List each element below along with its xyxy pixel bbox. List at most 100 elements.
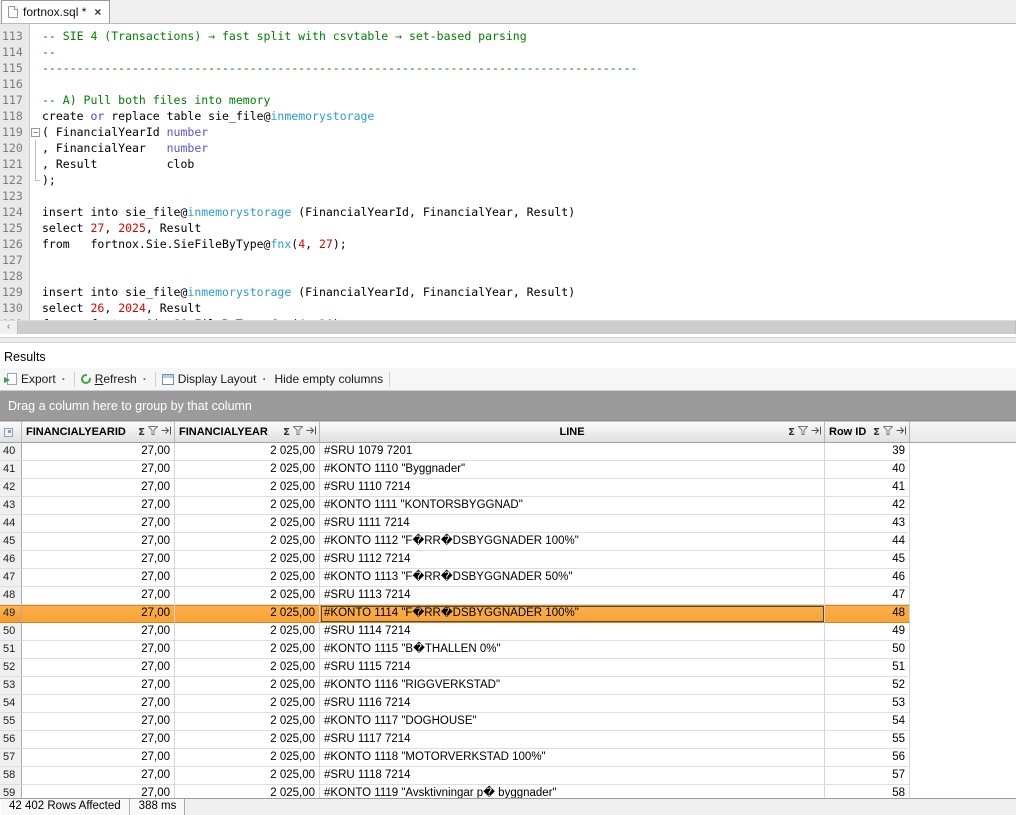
table-row[interactable]: 5327,002 025,00#KONTO 1116 "RIGGVERKSTAD…	[0, 677, 1016, 695]
row-number-cell[interactable]: 57	[0, 749, 22, 767]
cell-rowid[interactable]: 57	[825, 767, 910, 785]
column-header-line[interactable]: LINEΣ	[320, 422, 825, 442]
row-number-cell[interactable]: 46	[0, 551, 22, 569]
row-number-cell[interactable]: 51	[0, 641, 22, 659]
cell-financialyearid[interactable]: 27,00	[22, 731, 175, 749]
cell-financialyearid[interactable]: 27,00	[22, 659, 175, 677]
cell-rowid[interactable]: 53	[825, 695, 910, 713]
cell-financialyear[interactable]: 2 025,00	[175, 551, 320, 569]
pin-column-icon[interactable]	[811, 426, 822, 438]
table-row[interactable]: 4727,002 025,00#KONTO 1113 "F�RR�DSBYGGN…	[0, 569, 1016, 587]
table-row[interactable]: 5027,002 025,00#SRU 1114 721449	[0, 623, 1016, 641]
row-number-cell[interactable]: 45	[0, 533, 22, 551]
table-row[interactable]: 5527,002 025,00#KONTO 1117 "DOGHOUSE"54	[0, 713, 1016, 731]
filter-icon[interactable]	[883, 426, 893, 438]
row-number-cell[interactable]: 49	[0, 605, 22, 623]
cell-financialyear[interactable]: 2 025,00	[175, 713, 320, 731]
tab-fortnox-sql[interactable]: fortnox.sql * ×	[1, 0, 110, 23]
cell-rowid[interactable]: 50	[825, 641, 910, 659]
code-line[interactable]: 113-- SIE 4 (Transactions) → fast split …	[0, 28, 1016, 44]
table-row[interactable]: 5727,002 025,00#KONTO 1118 "MOTORVERKSTA…	[0, 749, 1016, 767]
display-layout-dropdown-icon[interactable]: ·	[260, 372, 268, 386]
cell-financialyearid[interactable]: 27,00	[22, 767, 175, 785]
cell-line[interactable]: #SRU 1118 7214	[320, 767, 825, 785]
group-by-drop-zone[interactable]: Drag a column here to group by that colu…	[0, 391, 1016, 421]
cell-rowid[interactable]: 48	[825, 605, 910, 623]
column-header-row-id[interactable]: Row IDΣ	[825, 422, 910, 442]
row-number-cell[interactable]: 56	[0, 731, 22, 749]
cell-financialyearid[interactable]: 27,00	[22, 479, 175, 497]
code-line[interactable]: 125select 27, 2025, Result	[0, 220, 1016, 236]
table-row[interactable]: 4027,002 025,00#SRU 1079 720139	[0, 443, 1016, 461]
pin-column-icon[interactable]	[896, 426, 907, 438]
code-line[interactable]: 127	[0, 252, 1016, 268]
cell-line[interactable]: #SRU 1110 7214	[320, 479, 825, 497]
row-number-cell[interactable]: 43	[0, 497, 22, 515]
column-header-financialyear[interactable]: FINANCIALYEARΣ	[175, 422, 320, 442]
cell-rowid[interactable]: 58	[825, 785, 910, 798]
table-row[interactable]: 5227,002 025,00#SRU 1115 721451	[0, 659, 1016, 677]
cell-rowid[interactable]: 41	[825, 479, 910, 497]
cell-financialyearid[interactable]: 27,00	[22, 461, 175, 479]
cell-rowid[interactable]: 42	[825, 497, 910, 515]
cell-financialyear[interactable]: 2 025,00	[175, 659, 320, 677]
cell-rowid[interactable]: 39	[825, 443, 910, 461]
table-row[interactable]: 5127,002 025,00#KONTO 1115 "B�THALLEN 0%…	[0, 641, 1016, 659]
table-row[interactable]: 5927,002 025,00#KONTO 1119 "Avsktivninga…	[0, 785, 1016, 798]
hide-empty-columns-button[interactable]: Hide empty columns	[271, 369, 386, 390]
cell-financialyear[interactable]: 2 025,00	[175, 731, 320, 749]
select-all-corner[interactable]	[0, 422, 22, 442]
code-line[interactable]: 122);	[0, 172, 1016, 188]
cell-financialyear[interactable]: 2 025,00	[175, 497, 320, 515]
cell-financialyear[interactable]: 2 025,00	[175, 461, 320, 479]
cell-line[interactable]: #KONTO 1110 "Byggnader"	[320, 461, 825, 479]
cell-financialyear[interactable]: 2 025,00	[175, 587, 320, 605]
code-line[interactable]: 118create or replace table sie_file@inme…	[0, 108, 1016, 124]
row-number-cell[interactable]: 42	[0, 479, 22, 497]
cell-financialyearid[interactable]: 27,00	[22, 569, 175, 587]
export-button[interactable]: Export ·	[4, 369, 71, 390]
editor-horizontal-scrollbar[interactable]: ‹	[0, 320, 1016, 334]
scrollbar-thumb[interactable]	[17, 321, 1016, 334]
cell-rowid[interactable]: 49	[825, 623, 910, 641]
row-number-cell[interactable]: 50	[0, 623, 22, 641]
table-row[interactable]: 4627,002 025,00#SRU 1112 721445	[0, 551, 1016, 569]
cell-financialyearid[interactable]: 27,00	[22, 551, 175, 569]
editor-results-splitter[interactable]	[0, 334, 1016, 346]
scroll-left-arrow-icon[interactable]: ‹	[0, 321, 17, 334]
cell-rowid[interactable]: 52	[825, 677, 910, 695]
cell-financialyearid[interactable]: 27,00	[22, 677, 175, 695]
cell-rowid[interactable]: 56	[825, 749, 910, 767]
column-header-financialyearid[interactable]: FINANCIALYEARIDΣ	[22, 422, 175, 442]
cell-line[interactable]: #SRU 1115 7214	[320, 659, 825, 677]
cell-line[interactable]: #KONTO 1111 "KONTORSBYGGNAD"	[320, 497, 825, 515]
cell-financialyear[interactable]: 2 025,00	[175, 749, 320, 767]
table-row[interactable]: 4427,002 025,00#SRU 1111 721443	[0, 515, 1016, 533]
cell-rowid[interactable]: 43	[825, 515, 910, 533]
cell-financialyear[interactable]: 2 025,00	[175, 785, 320, 798]
row-number-cell[interactable]: 48	[0, 587, 22, 605]
code-line[interactable]: 119−( FinancialYearId number	[0, 124, 1016, 140]
cell-financialyearid[interactable]: 27,00	[22, 533, 175, 551]
cell-financialyear[interactable]: 2 025,00	[175, 623, 320, 641]
cell-financialyear[interactable]: 2 025,00	[175, 443, 320, 461]
cell-line[interactable]: #KONTO 1119 "Avsktivningar p� byggnader"	[320, 785, 825, 798]
refresh-dropdown-icon[interactable]: ·	[141, 372, 149, 386]
cell-line[interactable]: #KONTO 1117 "DOGHOUSE"	[320, 713, 825, 731]
code-line[interactable]: 114--	[0, 44, 1016, 60]
cell-rowid[interactable]: 47	[825, 587, 910, 605]
cell-financialyear[interactable]: 2 025,00	[175, 533, 320, 551]
results-grid[interactable]: 4027,002 025,00#SRU 1079 7201394127,002 …	[0, 443, 1016, 798]
table-row[interactable]: 4527,002 025,00#KONTO 1112 "F�RR�DSBYGGN…	[0, 533, 1016, 551]
filter-icon[interactable]	[798, 426, 808, 438]
cell-line[interactable]: #SRU 1117 7214	[320, 731, 825, 749]
code-line[interactable]: 130select 26, 2024, Result	[0, 300, 1016, 316]
cell-line[interactable]: #KONTO 1113 "F�RR�DSBYGGNADER 50%"	[320, 569, 825, 587]
cell-financialyearid[interactable]: 27,00	[22, 713, 175, 731]
filter-icon[interactable]	[148, 426, 158, 438]
cell-rowid[interactable]: 44	[825, 533, 910, 551]
sql-code-editor[interactable]: 113-- SIE 4 (Transactions) → fast split …	[0, 24, 1016, 320]
cell-financialyearid[interactable]: 27,00	[22, 641, 175, 659]
sum-icon[interactable]: Σ	[283, 427, 290, 438]
row-number-cell[interactable]: 52	[0, 659, 22, 677]
